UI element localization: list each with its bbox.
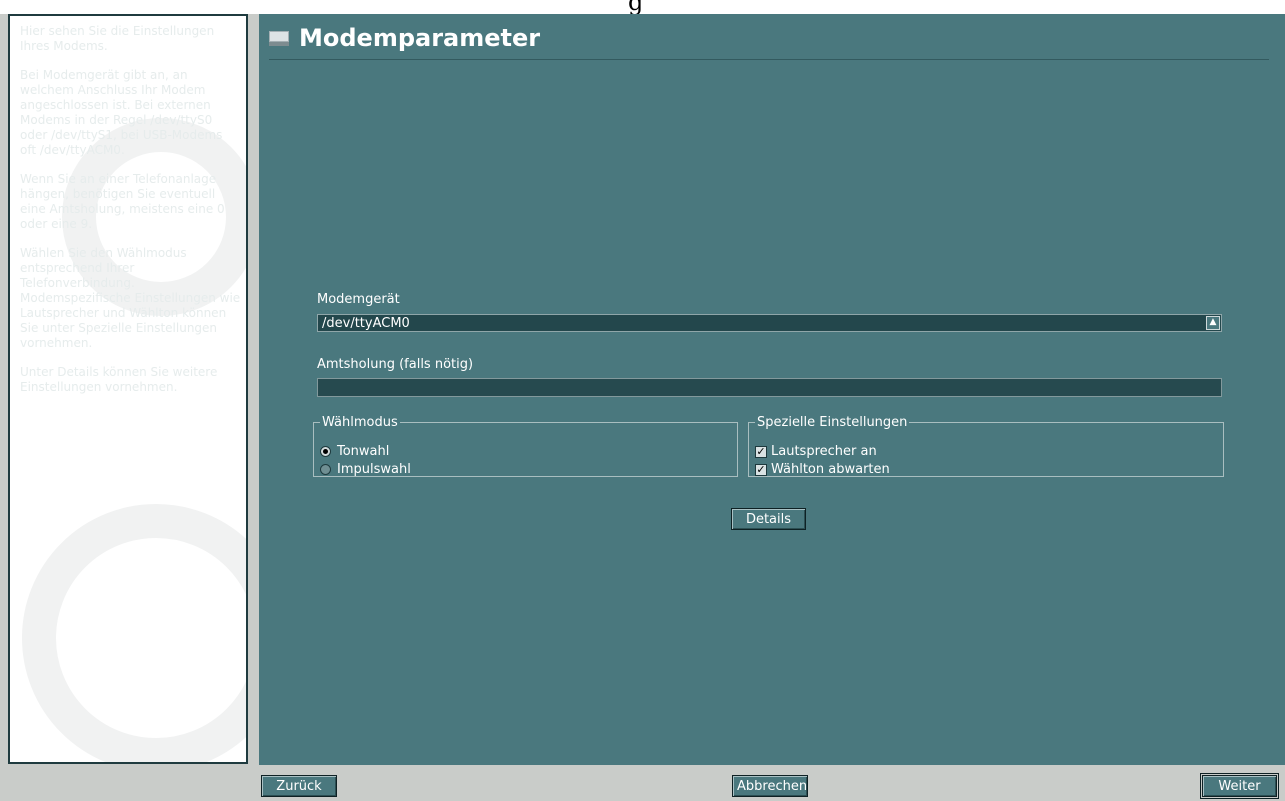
next-button[interactable]: Weiter — [1200, 773, 1279, 799]
title-divider — [269, 59, 1269, 60]
radio-pulse-label: Impulswahl — [337, 462, 411, 477]
radio-tone-dialing[interactable]: Tonwahl — [320, 444, 389, 459]
help-paragraph: Unter Details können Sie weitere Einstel… — [20, 365, 218, 394]
dial-prefix-label: Amtsholung (falls nötig) — [317, 357, 474, 372]
help-paragraph: Wählen Sie den Wählmodus entsprechend Ih… — [20, 246, 241, 350]
special-settings-group: Spezielle Einstellungen ✓ Lautsprecher a… — [748, 415, 1224, 477]
dial-mode-legend: Wählmodus — [322, 415, 398, 430]
help-paragraph: Wenn Sie an einer Telefonanlage hängen, … — [20, 172, 225, 231]
cancel-button[interactable]: Abbrechen — [732, 775, 808, 797]
page-title: Modemparameter — [299, 24, 541, 52]
details-button[interactable]: Details — [731, 508, 806, 530]
checkbox-dialtone-label: Wählton abwarten — [771, 462, 890, 477]
radio-pulse-dialing[interactable]: Impulswahl — [320, 462, 411, 477]
modem-device-select[interactable]: /dev/ttyACM0 ▲ — [317, 314, 1222, 332]
lifebuoy-watermark-large-icon — [22, 504, 246, 762]
combo-arrows-icon[interactable]: ▲ — [1206, 316, 1220, 330]
help-panel: Hier sehen Sie die Einstellungen Ihres M… — [8, 14, 248, 764]
modem-device-label: Modemgerät — [317, 292, 400, 307]
radio-selected-icon[interactable] — [320, 446, 331, 457]
back-button[interactable]: Zurück — [261, 775, 337, 797]
checkbox-speaker-label: Lautsprecher an — [771, 444, 877, 459]
modem-icon — [269, 30, 289, 46]
main-pane: Modemparameter Modemgerät /dev/ttyACM0 ▲… — [259, 14, 1285, 765]
help-text: Hier sehen Sie die Einstellungen Ihres M… — [20, 24, 242, 409]
checkbox-wait-dialtone[interactable]: ✓ Wählton abwarten — [755, 462, 890, 477]
radio-tone-label: Tonwahl — [337, 444, 390, 459]
help-paragraph: Hier sehen Sie die Einstellungen Ihres M… — [20, 24, 215, 53]
checkbox-checked-icon[interactable]: ✓ — [755, 445, 767, 458]
help-paragraph: Bei Modemgerät gibt an, an welchem Ansch… — [20, 68, 223, 157]
special-settings-legend: Spezielle Einstellungen — [757, 415, 908, 430]
checkbox-speaker-on[interactable]: ✓ Lautsprecher an — [755, 444, 877, 459]
checkbox-checked-icon[interactable]: ✓ — [755, 463, 767, 476]
modem-device-value: /dev/ttyACM0 — [322, 315, 410, 331]
dial-mode-group: Wählmodus Tonwahl Impulswahl — [313, 415, 738, 477]
radio-unselected-icon[interactable] — [320, 464, 331, 475]
page-header: Modemparameter — [269, 20, 540, 56]
dial-prefix-input[interactable] — [317, 378, 1222, 397]
